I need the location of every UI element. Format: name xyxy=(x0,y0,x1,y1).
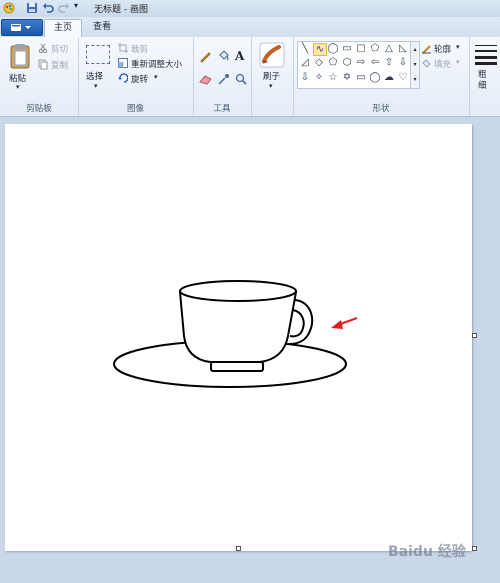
tools-group-label: 工具 xyxy=(213,104,231,114)
canvas-resize-handle-bottom[interactable] xyxy=(236,546,241,551)
tools-group: A 工具 xyxy=(193,37,252,116)
cup-rim xyxy=(179,280,297,302)
menu-icon xyxy=(11,24,31,31)
rounded-rectangle-shape-icon[interactable]: ▢ xyxy=(355,43,367,54)
select-button[interactable]: 选择 xyxy=(86,70,103,82)
line-shape-icon[interactable]: ╲ xyxy=(299,43,311,54)
cup-foot xyxy=(210,361,264,372)
clipboard-group: 粘贴 ▾ 剪切 复制 剪贴板 xyxy=(0,37,79,116)
title-bar: ▾ 无标题 - 画图 xyxy=(0,0,500,18)
crop-icon[interactable] xyxy=(118,43,128,53)
six-point-star-shape-icon[interactable]: ✡ xyxy=(341,72,353,83)
copy-icon[interactable] xyxy=(38,59,48,70)
color-picker-icon[interactable] xyxy=(217,73,230,85)
brush-icon[interactable] xyxy=(259,42,285,68)
shapes-gallery-scroll[interactable]: ▴ ▾ ▾ xyxy=(410,41,420,89)
hexagon-shape-icon[interactable]: ⬡ xyxy=(341,57,353,68)
callout-oval-shape-icon[interactable]: ◯ xyxy=(369,72,381,83)
brushes-group: 刷子 ▾ xyxy=(251,37,294,116)
size-button[interactable]: 粗细 xyxy=(478,70,488,92)
five-point-star-shape-icon[interactable]: ☆ xyxy=(327,72,339,83)
rotate-button[interactable]: 旋转 xyxy=(131,73,148,85)
redo-icon[interactable] xyxy=(58,2,70,14)
image-group: 选择 ▾ 裁剪 重新调整大小 旋转 ▾ 图像 xyxy=(78,37,194,116)
paste-icon[interactable] xyxy=(9,43,31,69)
outline-icon[interactable] xyxy=(421,43,432,54)
tab-home[interactable]: 主页 xyxy=(44,19,82,37)
magnifier-icon[interactable] xyxy=(235,73,247,85)
save-icon[interactable] xyxy=(26,2,38,14)
right-triangle-2-shape-icon[interactable]: ◿ xyxy=(299,57,311,68)
fill-icon[interactable] xyxy=(421,58,432,69)
select-dropdown-icon[interactable]: ▾ xyxy=(94,82,98,90)
cut-icon[interactable] xyxy=(38,43,48,53)
callout-rect-shape-icon[interactable]: ▭ xyxy=(355,72,367,83)
watermark: Baidu 经验 xyxy=(388,544,466,560)
fill-button[interactable]: 填充 xyxy=(434,58,451,70)
curve-shape-icon[interactable]: ∿ xyxy=(313,43,327,56)
drawing-canvas[interactable] xyxy=(5,124,472,551)
down-arrow-2-shape-icon[interactable]: ⇩ xyxy=(397,57,409,68)
cup-body xyxy=(178,291,298,363)
text-tool-icon[interactable]: A xyxy=(235,49,244,63)
oval-shape-icon[interactable]: ◯ xyxy=(327,43,339,54)
shapes-group-label: 形状 xyxy=(372,104,390,114)
outline-button[interactable]: 轮廓 xyxy=(434,43,451,55)
paint-app-icon xyxy=(3,2,15,14)
crop-button[interactable]: 裁剪 xyxy=(131,43,148,55)
heart-shape-icon[interactable]: ♡ xyxy=(397,72,409,83)
pentagon-shape-icon[interactable]: ⬠ xyxy=(327,57,339,68)
ribbon-tabs: 主页 查看 xyxy=(0,17,500,37)
callout-cloud-shape-icon[interactable]: ☁ xyxy=(383,72,395,83)
brushes-dropdown-icon[interactable]: ▾ xyxy=(269,82,273,90)
teacup-drawing xyxy=(113,280,358,388)
fill-dropdown-icon[interactable]: ▾ xyxy=(456,58,460,66)
size-group: 粗细 xyxy=(469,37,500,116)
red-arrow-head xyxy=(331,320,343,329)
resize-icon[interactable] xyxy=(118,58,128,68)
four-point-star-shape-icon[interactable]: ✧ xyxy=(313,72,325,83)
canvas-resize-handle-right[interactable] xyxy=(472,333,477,338)
resize-button[interactable]: 重新调整大小 xyxy=(131,58,182,70)
brushes-button[interactable]: 刷子 xyxy=(263,70,280,82)
canvas-resize-handle-corner[interactable] xyxy=(472,546,477,551)
down-arrow-shape-icon[interactable]: ⇩ xyxy=(299,72,311,83)
image-group-label: 图像 xyxy=(126,104,144,114)
copy-button[interactable]: 复制 xyxy=(51,59,68,71)
clipboard-group-label: 剪贴板 xyxy=(26,104,52,114)
quick-access-dropdown-icon[interactable]: ▾ xyxy=(74,1,84,13)
left-arrow-shape-icon[interactable]: ⇦ xyxy=(369,57,381,68)
undo-icon[interactable] xyxy=(42,2,54,14)
tab-home-label: 主页 xyxy=(53,23,72,33)
right-triangle-shape-icon[interactable]: ◺ xyxy=(397,43,409,54)
right-arrow-shape-icon[interactable]: ⇨ xyxy=(355,57,367,68)
cut-button[interactable]: 剪切 xyxy=(51,43,68,55)
shapes-group: ▴ ▾ ▾ ╲ ∿ ◯ ▭ ▢ ⬠ △ ◺ ◿ ◇ ⬠ ⬡ ⇨ ⇦ ⇧ ⇩ ⇩ ✧ … xyxy=(293,37,470,116)
triangle-shape-icon[interactable]: △ xyxy=(383,43,395,54)
rectangle-shape-icon[interactable]: ▭ xyxy=(341,43,353,54)
diamond-shape-icon[interactable]: ◇ xyxy=(313,57,325,68)
pencil-icon[interactable] xyxy=(199,50,212,63)
tab-view-label: 查看 xyxy=(92,22,111,32)
up-arrow-shape-icon[interactable]: ⇧ xyxy=(383,57,395,68)
eraser-icon[interactable] xyxy=(199,74,212,85)
polygon-shape-icon[interactable]: ⬠ xyxy=(369,43,381,54)
outline-dropdown-icon[interactable]: ▾ xyxy=(456,43,460,51)
rotate-dropdown-icon[interactable]: ▾ xyxy=(154,73,158,81)
fill-bucket-icon[interactable] xyxy=(217,50,230,63)
window-title: 无标题 - 画图 xyxy=(94,5,148,15)
workspace xyxy=(0,117,500,583)
line-size-icon[interactable] xyxy=(475,43,497,65)
tab-view[interactable]: 查看 xyxy=(84,19,120,36)
rotate-icon[interactable] xyxy=(118,73,128,83)
select-icon[interactable] xyxy=(86,45,110,64)
ribbon: 粘贴 ▾ 剪切 复制 剪贴板 选择 ▾ 裁剪 重新调整大小 旋转 ▾ 图像 A … xyxy=(0,37,500,117)
paste-dropdown-icon[interactable]: ▾ xyxy=(16,83,20,91)
paint-menu-button[interactable] xyxy=(1,19,43,36)
